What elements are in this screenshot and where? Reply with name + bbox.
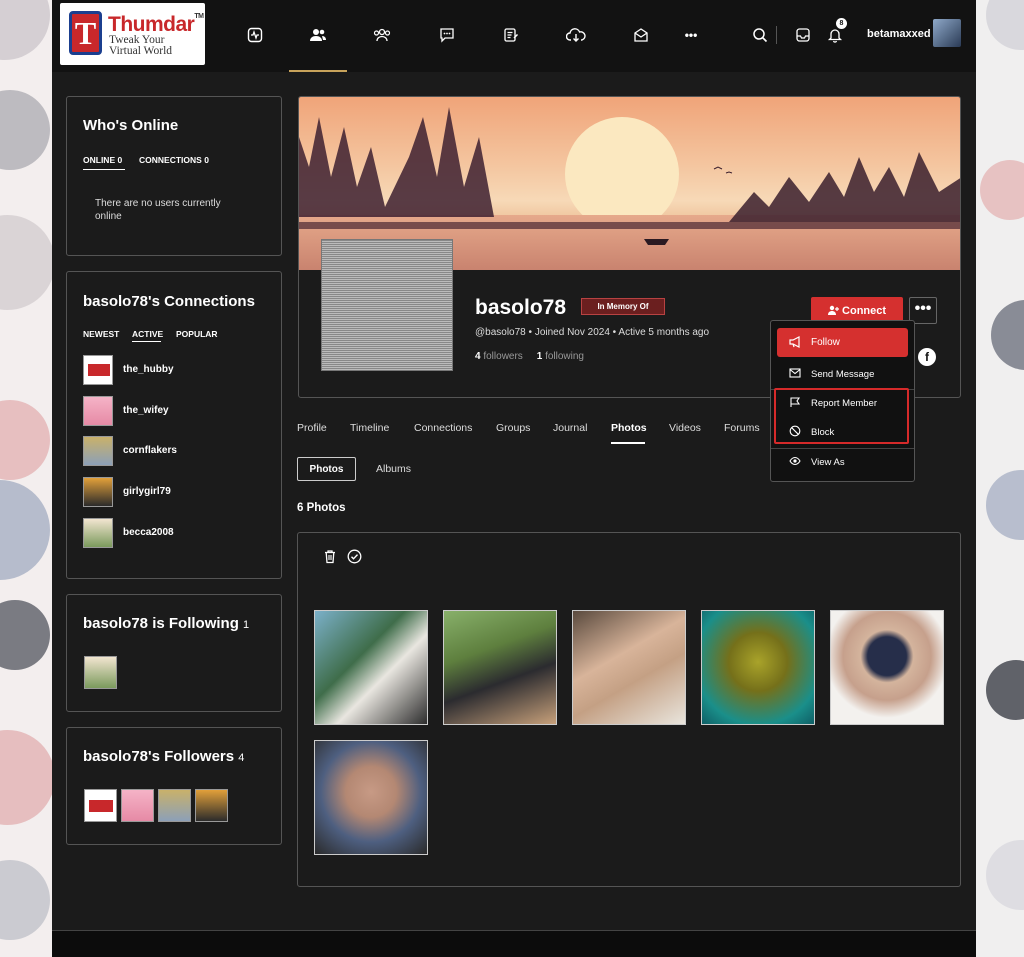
add-user-icon — [827, 305, 839, 315]
connections-widget: basolo78's Connections NEWEST ACTIVE POP… — [66, 271, 282, 579]
tab-groups[interactable]: Groups — [496, 422, 530, 434]
tab-connections[interactable]: CONNECTIONS 0 — [139, 155, 209, 165]
widget-title: basolo78's Followers 4 — [83, 748, 245, 765]
trash-icon[interactable] — [323, 549, 337, 569]
whos-online-widget: Who's Online ONLINE 0 CONNECTIONS 0 Ther… — [66, 96, 282, 256]
widget-title: basolo78 is Following 1 — [83, 615, 250, 632]
photo-thumbnail[interactable] — [314, 740, 428, 855]
avatar[interactable] — [158, 789, 191, 822]
avatar[interactable] — [83, 436, 113, 466]
top-navigation-bar: T ThumdarTM Tweak YourVirtual World ••• — [52, 0, 976, 72]
active-tab-underline — [132, 341, 161, 342]
search-icon[interactable] — [749, 24, 771, 46]
tab-forums[interactable]: Forums — [724, 422, 760, 434]
empty-state-text: There are no users currently online — [95, 198, 221, 222]
connection-name[interactable]: the_hubby — [123, 364, 174, 375]
connection-name[interactable]: cornflakers — [123, 445, 177, 456]
highlight-box — [774, 388, 909, 444]
avatar[interactable] — [83, 518, 113, 548]
forums-icon[interactable] — [436, 24, 458, 46]
tab-photos[interactable]: Photos — [611, 422, 647, 434]
activity-icon[interactable] — [244, 24, 266, 46]
followers-widget: basolo78's Followers 4 — [66, 727, 282, 845]
photo-thumbnail[interactable] — [830, 610, 944, 725]
followers-link[interactable]: 4 followers — [475, 351, 523, 362]
photo-thumbnail[interactable] — [701, 610, 815, 725]
members-icon[interactable] — [307, 24, 329, 46]
active-tab-underline — [83, 169, 125, 170]
tab-profile[interactable]: Profile — [297, 422, 327, 434]
status-badge: In Memory Of — [581, 298, 665, 315]
active-nav-indicator — [289, 70, 347, 72]
photo-thumbnail[interactable] — [314, 610, 428, 725]
footer-bar — [52, 930, 976, 957]
avatar[interactable] — [83, 396, 113, 426]
photo-thumbnail[interactable] — [443, 610, 557, 725]
menu-item-follow[interactable]: Follow — [777, 328, 908, 357]
avatar[interactable] — [83, 477, 113, 507]
tab-active[interactable]: ACTIVE — [132, 329, 163, 339]
avatar[interactable] — [84, 789, 117, 822]
following-link[interactable]: 1 following — [537, 351, 584, 362]
subtab-photos[interactable]: Photos — [297, 457, 356, 481]
more-icon[interactable]: ••• — [680, 24, 702, 46]
megaphone-icon — [789, 336, 800, 348]
facebook-icon[interactable]: f — [918, 348, 936, 366]
avatar[interactable] — [83, 355, 113, 385]
eye-icon — [789, 456, 801, 466]
tab-journal[interactable]: Journal — [553, 422, 587, 434]
connection-name[interactable]: the_wifey — [123, 405, 169, 416]
connection-name[interactable]: girlygirl79 — [123, 486, 171, 497]
widget-title: Who's Online — [83, 117, 179, 134]
tab-timeline[interactable]: Timeline — [350, 422, 389, 434]
groups-icon[interactable] — [371, 24, 393, 46]
avatar[interactable] — [195, 789, 228, 822]
envelope-icon — [789, 368, 801, 378]
messages-icon[interactable] — [630, 24, 652, 46]
profile-meta: @basolo78 • Joined Nov 2024 • Active 5 m… — [475, 327, 710, 338]
inbox-icon[interactable] — [792, 24, 814, 46]
current-username[interactable]: betamaxxed — [867, 28, 931, 40]
avatar[interactable] — [84, 656, 117, 689]
journal-icon[interactable] — [500, 24, 522, 46]
tab-online[interactable]: ONLINE 0 — [83, 155, 122, 165]
following-widget: basolo78 is Following 1 — [66, 594, 282, 712]
active-tab-underline — [611, 442, 645, 444]
user-avatar[interactable] — [933, 19, 961, 47]
widget-title: basolo78's Connections — [83, 293, 255, 310]
logo-mark: T — [69, 11, 102, 55]
menu-item-view-as[interactable]: View As — [771, 448, 914, 476]
tab-popular[interactable]: POPULAR — [176, 329, 218, 339]
topbar-divider — [776, 26, 777, 44]
site-logo[interactable]: T ThumdarTM Tweak Your Virtual World — [60, 3, 205, 65]
tab-connections[interactable]: Connections — [414, 422, 472, 434]
menu-item-send-message[interactable]: Send Message — [771, 360, 914, 388]
profile-avatar[interactable] — [321, 239, 453, 371]
select-all-icon[interactable] — [347, 549, 362, 569]
notification-badge: 8 — [836, 18, 847, 29]
logo-tagline: Tweak Your Virtual World — [109, 34, 173, 57]
subtab-albums[interactable]: Albums — [376, 463, 411, 475]
connection-name[interactable]: becca2008 — [123, 527, 174, 538]
main-content: T ThumdarTM Tweak YourVirtual World ••• — [52, 0, 976, 957]
photo-count: 6 Photos — [297, 502, 346, 514]
page-background-left — [0, 0, 52, 957]
photo-thumbnail[interactable] — [572, 610, 686, 725]
downloads-icon[interactable] — [565, 24, 587, 46]
profile-name: basolo78 — [475, 296, 567, 319]
photo-gallery — [297, 532, 961, 887]
avatar[interactable] — [121, 789, 154, 822]
page-background-right — [976, 0, 1024, 957]
tab-newest[interactable]: NEWEST — [83, 329, 119, 339]
tab-videos[interactable]: Videos — [669, 422, 701, 434]
profile-stats: 4 followers 1 following — [475, 351, 584, 362]
